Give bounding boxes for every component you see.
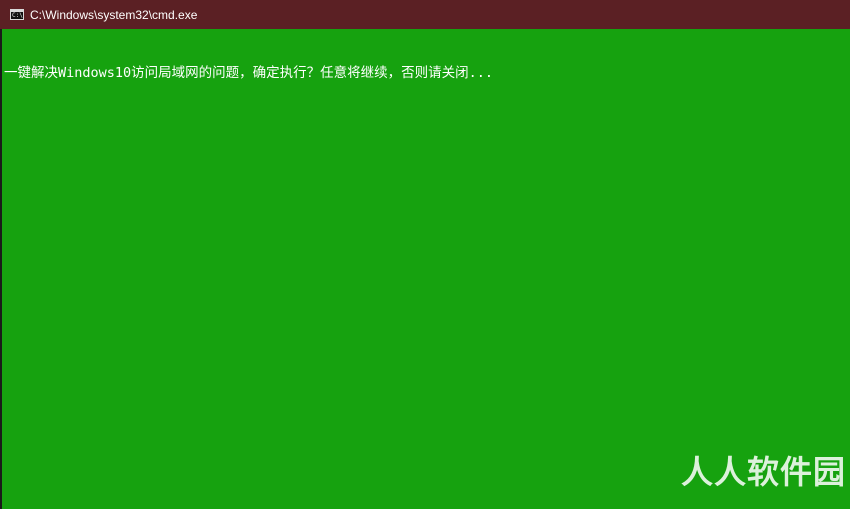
console-area[interactable]: 一键解决Windows10访问局域网的问题，确定执行？任意将继续，否则请关闭..… [2, 29, 850, 509]
cmd-console-icon: C:\ [10, 9, 24, 20]
window-title: C:\Windows\system32\cmd.exe [30, 7, 198, 22]
cmd-icon-label: C:\ [12, 12, 23, 19]
console-output-line: 一键解决Windows10访问局域网的问题，确定执行？任意将继续，否则请关闭..… [4, 65, 494, 81]
window-titlebar[interactable]: C:\ C:\Windows\system32\cmd.exe [0, 0, 850, 29]
watermark-text: 人人软件园 [680, 453, 846, 491]
